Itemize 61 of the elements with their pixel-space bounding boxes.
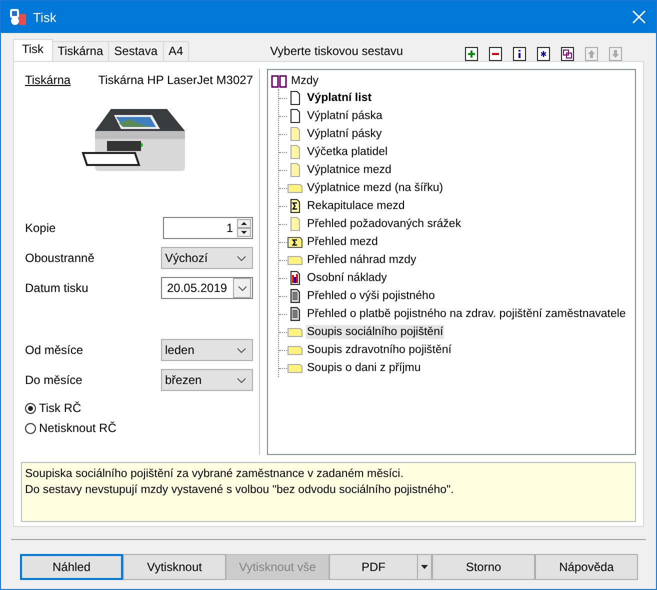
duplex-dropdown[interactable]: Výchozí bbox=[161, 247, 253, 269]
tree-item[interactable]: Výplatní list bbox=[306, 91, 373, 105]
tree-item[interactable]: Soupis zdravotního pojištění bbox=[306, 343, 452, 357]
printer-link[interactable]: Tiskárna bbox=[25, 73, 71, 87]
tree-item[interactable]: Osobní náklady bbox=[306, 271, 388, 285]
dialog-button[interactable]: Storno bbox=[432, 554, 535, 580]
wide-page-icon bbox=[287, 325, 303, 339]
tree-item[interactable]: Výplatnice mezd (na šířku) bbox=[306, 181, 444, 195]
add-icon[interactable] bbox=[465, 47, 478, 61]
tree-item[interactable]: Výplatní páska bbox=[306, 109, 384, 123]
wide-page-icon bbox=[287, 181, 303, 195]
caret-icon[interactable] bbox=[421, 565, 428, 569]
tree-item[interactable]: Výplatní pásky bbox=[306, 127, 383, 141]
sigma-wide-page-icon bbox=[287, 235, 303, 249]
pdf-split-button[interactable]: PDF bbox=[329, 554, 432, 580]
wide-page-icon bbox=[287, 253, 303, 267]
tree-item[interactable]: Mzdy bbox=[271, 72, 635, 89]
tree-item[interactable]: Výplatnice mezd bbox=[306, 163, 392, 177]
tree-item[interactable]: Soupis sociálního pojištění bbox=[306, 325, 444, 339]
app-icon bbox=[9, 8, 27, 26]
copy-icon[interactable] bbox=[561, 47, 574, 61]
date-picker[interactable]: 20.05.2019 bbox=[161, 277, 253, 299]
chevron-down-icon bbox=[237, 378, 246, 382]
radio-option[interactable]: Netisknout RČ bbox=[25, 421, 253, 435]
tree-item[interactable]: Přehled náhrad mzdy bbox=[306, 253, 418, 267]
tree-item[interactable]: Přehled požadovaných srážek bbox=[306, 217, 462, 231]
window-title: Tisk bbox=[33, 10, 58, 24]
report-heading: Vyberte tiskovou sestavu bbox=[269, 44, 404, 60]
wide-page-icon bbox=[287, 361, 303, 375]
dialog-button[interactable]: Nápověda bbox=[535, 554, 638, 580]
tab[interactable]: A4 bbox=[162, 41, 190, 61]
remove-icon[interactable] bbox=[489, 47, 502, 61]
wide-page-icon bbox=[287, 343, 303, 357]
dialog-button[interactable]: Náhled bbox=[20, 554, 123, 580]
tree-item[interactable]: Rekapitulace mezd bbox=[306, 199, 406, 213]
description-text: Do sestavy nevstupují mzdy vystavené s volbou "bez odvodu sociálního pojistného". bbox=[25, 483, 455, 498]
duplex-label: Oboustranně bbox=[25, 251, 94, 265]
printer-name: Tiskárna HP LaserJet M3027 bbox=[98, 73, 253, 87]
chevron-down-icon bbox=[237, 348, 246, 352]
chevron-down-icon bbox=[238, 286, 246, 290]
from-month-dropdown[interactable]: leden bbox=[161, 339, 253, 361]
tab[interactable]: Tisk bbox=[13, 39, 53, 61]
tree-item[interactable]: Přehled o výši pojistného bbox=[306, 289, 436, 303]
tree-item[interactable]: Přehled mezd bbox=[306, 235, 379, 249]
to-month-dropdown[interactable]: březen bbox=[161, 369, 253, 391]
chevron-down-icon bbox=[237, 256, 246, 260]
tree-item[interactable]: Soupis o dani z příjmu bbox=[306, 361, 422, 375]
from-month-label: Od měsíce bbox=[25, 343, 84, 357]
tree-item[interactable]: Výčetka platidel bbox=[306, 145, 389, 159]
print-date-label: Datum tisku bbox=[25, 281, 88, 295]
close-icon[interactable] bbox=[632, 10, 646, 24]
info-icon[interactable] bbox=[513, 47, 526, 61]
to-month-label: Do měsíce bbox=[25, 373, 82, 387]
copies-spinner[interactable]: 1 bbox=[163, 217, 253, 239]
radio-option[interactable]: Tisk RČ bbox=[25, 401, 253, 415]
tree-item[interactable]: Přehled o platbě pojistného na zdrav. pojištění zaměstnavatele bbox=[306, 307, 627, 321]
dialog-button[interactable]: Vytisknout bbox=[123, 554, 226, 580]
copies-label: Kopie bbox=[25, 221, 56, 235]
book-icon bbox=[271, 74, 287, 88]
description-text: Soupiska sociálního pojištění za vybrané zaměstnance v zadaném měsíci. bbox=[25, 467, 404, 482]
star-icon[interactable] bbox=[537, 47, 550, 61]
